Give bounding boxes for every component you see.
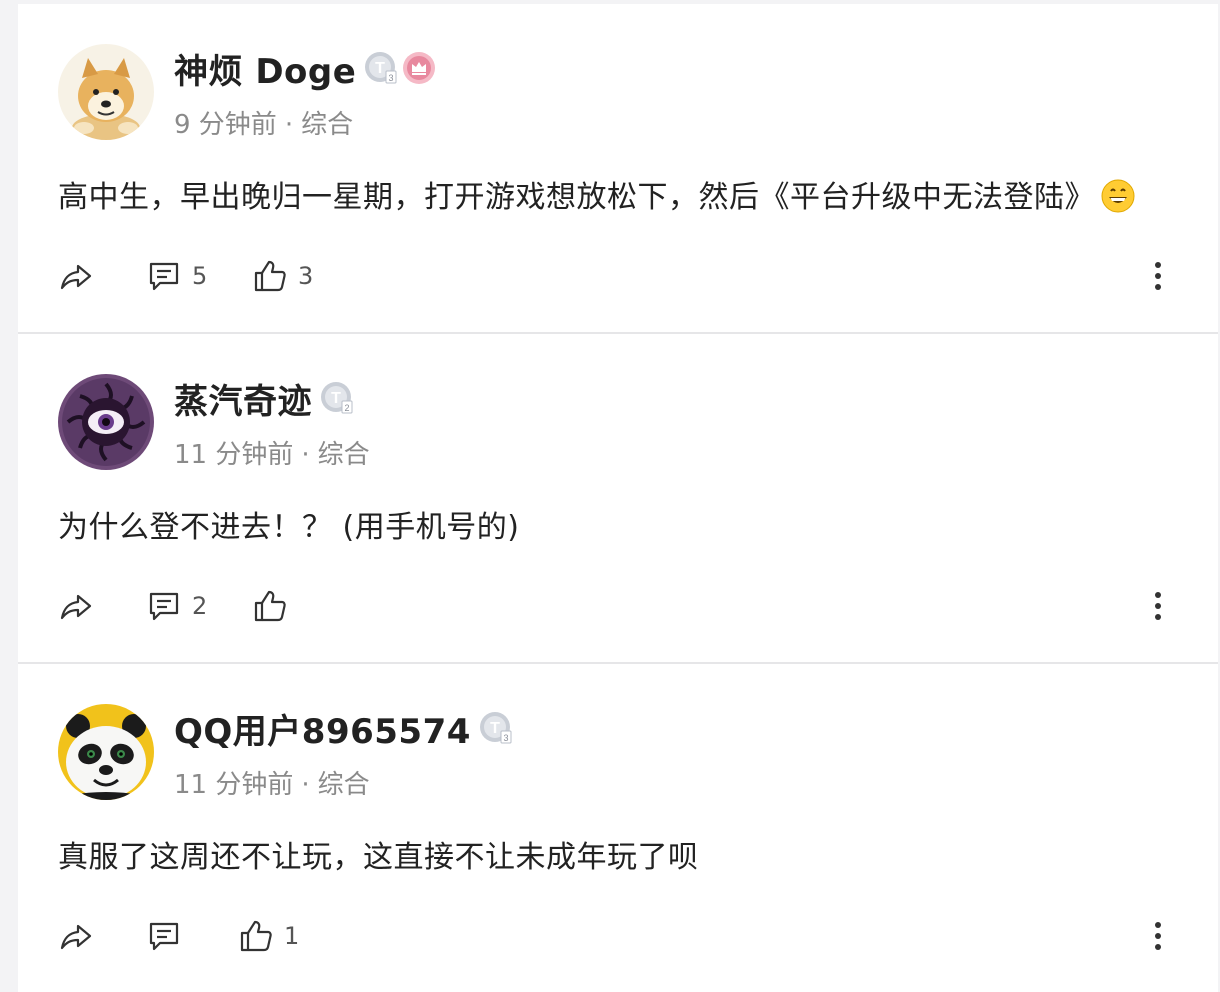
thumbs-up-icon [254, 590, 286, 622]
post-content[interactable]: 高中生，早出晚归一星期，打开游戏想放松下，然后《平台升级中无法登陆》 [58, 172, 1135, 216]
post-content-text: 高中生，早出晚归一星期，打开游戏想放松下，然后《平台升级中无法登陆》 [58, 180, 1095, 215]
post-card[interactable]: 蒸汽奇迹 T 2 11 分钟前 · 综合 为什么登不进去！？ (用手机号的) 2 [18, 332, 1218, 662]
svg-text:3: 3 [389, 73, 394, 83]
more-options-button[interactable] [1138, 916, 1178, 956]
post-time: 11 分钟前 [174, 770, 294, 800]
like-button[interactable]: 3 [252, 256, 313, 296]
more-vertical-icon [1155, 922, 1161, 950]
more-options-button[interactable] [1138, 586, 1178, 626]
post-card[interactable]: 神烦 Doge T 3 9 分钟前 · 综合 高中生，早出晚归一星期，打开游戏想放松… [18, 4, 1218, 332]
like-count: 1 [284, 922, 300, 950]
svg-text:T: T [375, 60, 385, 77]
comment-button[interactable]: 2 [146, 586, 207, 626]
author-name[interactable]: 神烦 Doge [174, 44, 356, 93]
level-badge-icon: T 3 [365, 52, 397, 84]
like-button[interactable] [252, 586, 298, 626]
author-name[interactable]: QQ用户8965574 [174, 704, 471, 753]
share-button[interactable] [58, 916, 94, 956]
post-actions: 1 [58, 916, 1178, 956]
share-icon [60, 264, 92, 290]
avatar[interactable] [58, 374, 154, 470]
comment-count: 2 [192, 592, 208, 620]
meta-separator: · [301, 770, 310, 800]
comment-button[interactable] [146, 916, 192, 956]
like-button[interactable]: 1 [238, 916, 299, 956]
meta-separator: · [301, 440, 310, 470]
post-content-text: 为什么登不进去！？ (用手机号的) [58, 510, 520, 545]
post-content-text: 真服了这周还不让玩，这直接不让未成年玩了呗 [58, 840, 699, 875]
thumbs-up-icon [254, 260, 286, 292]
more-options-button[interactable] [1138, 256, 1178, 296]
post-content[interactable]: 为什么登不进去！？ (用手机号的) [58, 502, 519, 546]
comment-count: 5 [192, 262, 208, 290]
vip-crown-badge-icon [403, 52, 436, 84]
post-feed: 神烦 Doge T 3 9 分钟前 · 综合 高中生，早出晚归一星期，打开游戏想放松… [18, 4, 1218, 992]
post-category[interactable]: 综合 [318, 440, 370, 470]
post-category[interactable]: 综合 [301, 110, 353, 140]
more-vertical-icon [1155, 262, 1161, 290]
svg-text:3: 3 [503, 733, 508, 743]
share-button[interactable] [58, 586, 94, 626]
post-time: 11 分钟前 [174, 440, 294, 470]
more-vertical-icon [1155, 592, 1161, 620]
post-time: 9 分钟前 [174, 110, 277, 140]
avatar[interactable] [58, 704, 154, 800]
doge-avatar-image [58, 44, 154, 140]
post-actions: 5 3 [58, 256, 1178, 296]
eye-avatar-image [58, 374, 154, 470]
panda-avatar-image [58, 704, 154, 800]
share-button[interactable] [58, 256, 94, 296]
svg-text:T: T [331, 390, 341, 407]
post-meta: 11 分钟前 · 综合 [174, 764, 370, 801]
post-category[interactable]: 综合 [318, 770, 370, 800]
comment-icon [149, 262, 179, 291]
thumbs-up-icon [240, 920, 272, 952]
svg-text:2: 2 [344, 403, 349, 413]
avatar[interactable] [58, 44, 154, 140]
author-row: 神烦 Doge T 3 [174, 44, 436, 93]
meta-separator: · [284, 110, 294, 140]
post-content[interactable]: 真服了这周还不让玩，这直接不让未成年玩了呗 [58, 832, 699, 876]
comment-icon [149, 592, 179, 621]
grinning-face-emoji-icon [1101, 179, 1135, 213]
post-card[interactable]: QQ用户8965574 T 3 11 分钟前 · 综合 真服了这周还不让玩，这直接不… [18, 662, 1218, 992]
share-icon [60, 594, 92, 620]
comment-icon [149, 922, 179, 951]
post-actions: 2 [58, 586, 1178, 626]
svg-text:T: T [490, 720, 500, 737]
share-icon [60, 924, 92, 950]
comment-button[interactable]: 5 [146, 256, 207, 296]
author-name[interactable]: 蒸汽奇迹 [174, 374, 312, 423]
post-meta: 9 分钟前 · 综合 [174, 104, 353, 141]
post-meta: 11 分钟前 · 综合 [174, 434, 370, 471]
author-row: 蒸汽奇迹 T 2 [174, 374, 354, 423]
author-row: QQ用户8965574 T 3 [174, 704, 513, 753]
level-badge-icon: T 2 [321, 382, 353, 414]
like-count: 3 [298, 262, 314, 290]
level-badge-icon: T 3 [479, 712, 512, 744]
